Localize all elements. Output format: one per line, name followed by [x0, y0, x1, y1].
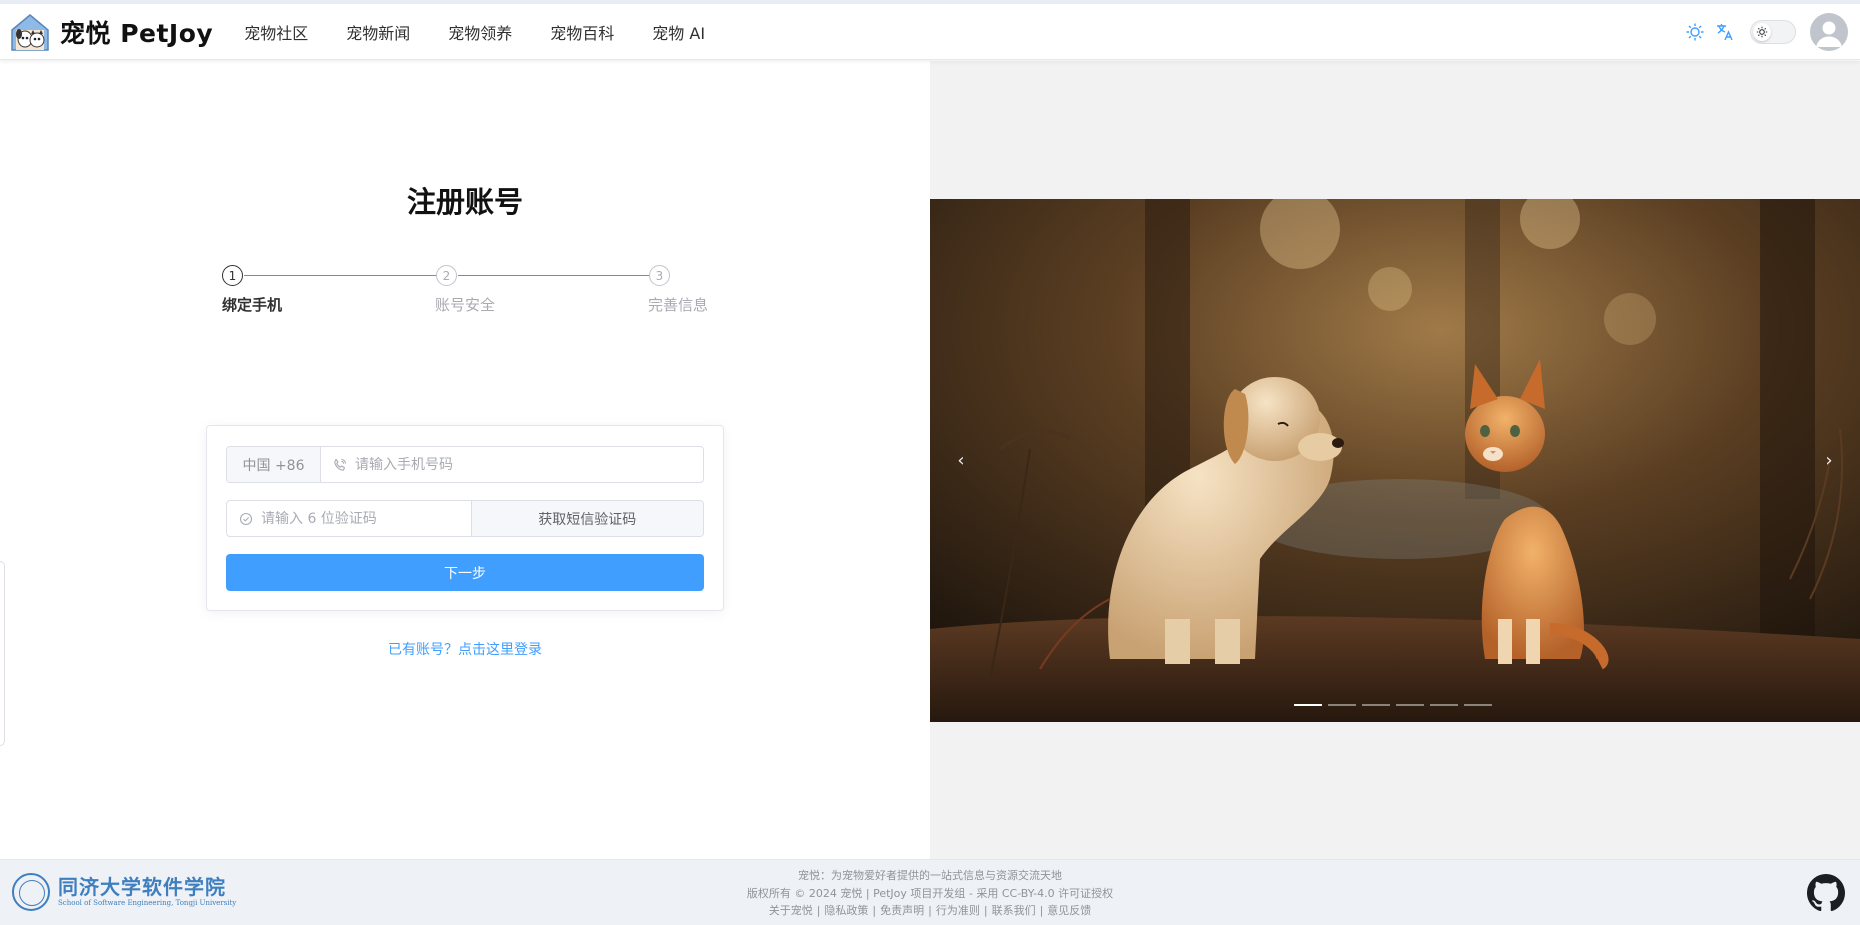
step-3-circle: 3	[649, 265, 670, 286]
footer-links: 关于宠悦 | 隐私政策 | 免责声明 | 行为准则 | 联系我们 | 意见反馈	[0, 902, 1860, 920]
check-circle-icon	[239, 512, 253, 526]
theme-toggle[interactable]	[1750, 19, 1796, 44]
nav-community[interactable]: 宠物社区	[225, 4, 327, 60]
page-footer: 同济大学软件学院 School of Software Engineering,…	[0, 859, 1860, 925]
footer-tagline: 宠悦：为宠物爱好者提供的一站式信息与资源交流天地	[798, 869, 1062, 882]
nav-adoption[interactable]: 宠物领养	[429, 4, 531, 60]
carousel-indicator[interactable]	[1362, 704, 1390, 706]
footer-link-about[interactable]: 关于宠悦	[765, 902, 817, 920]
phone-input[interactable]	[355, 456, 703, 473]
main-nav: 宠物社区 宠物新闻 宠物领养 宠物百科 宠物 AI	[225, 4, 724, 60]
dog-and-kitten-photo	[930, 199, 1860, 722]
footer-link-conduct[interactable]: 行为准则	[932, 902, 984, 920]
user-avatar[interactable]	[1810, 12, 1848, 51]
top-navbar: 宠悦 PetJoy 宠物社区 宠物新闻 宠物领养 宠物百科 宠物 AI	[0, 4, 1860, 60]
brand-name: 宠悦 PetJoy	[60, 18, 214, 48]
login-link[interactable]: 已有账号？点击这里登录	[0, 639, 930, 659]
footer-link-privacy[interactable]: 隐私政策	[820, 902, 872, 920]
footer-info: 宠悦：为宠物爱好者提供的一站式信息与资源交流天地 版权所有 © 2024 宠悦 …	[0, 867, 1860, 920]
footer-link-disclaimer[interactable]: 免责声明	[876, 902, 928, 920]
step-connector	[458, 275, 659, 276]
translate-icon[interactable]	[1712, 19, 1738, 45]
brand[interactable]: 宠悦 PetJoy	[8, 10, 213, 54]
register-steps: 1 2 3 绑定手机 账号安全 完善信息	[222, 265, 712, 325]
petjoy-logo	[8, 10, 52, 54]
carousel-indicator[interactable]	[1430, 704, 1458, 706]
toggle-sun-icon	[1753, 22, 1771, 41]
carousel-indicator[interactable]	[1464, 704, 1492, 706]
register-form-card: 中国 +86 获取短信验证码 下一步	[206, 425, 724, 611]
nav-ai[interactable]: 宠物 AI	[633, 4, 724, 60]
code-input-group: 获取短信验证码	[226, 500, 704, 537]
footer-link-feedback[interactable]: 意见反馈	[1043, 902, 1095, 920]
code-field	[227, 501, 472, 536]
code-input[interactable]	[261, 510, 471, 527]
phone-icon	[333, 458, 347, 472]
github-icon[interactable]	[1807, 874, 1845, 912]
image-carousel: ‹ ›	[930, 199, 1860, 722]
nav-encyclopedia[interactable]: 宠物百科	[531, 4, 633, 60]
footer-link-contact[interactable]: 联系我们	[988, 902, 1040, 920]
step-2-circle: 2	[436, 265, 457, 286]
header-actions	[1680, 12, 1848, 51]
carousel-indicators	[1291, 704, 1495, 706]
carousel-indicator[interactable]	[1396, 704, 1424, 706]
carousel-indicator[interactable]	[1294, 704, 1322, 706]
step-connector	[244, 275, 457, 276]
footer-copyright: 版权所有 © 2024 宠悦 | PetJoy 项目开发组 - 采用 CC-BY…	[746, 886, 1114, 900]
phone-input-group: 中国 +86	[226, 446, 704, 483]
carousel-indicator[interactable]	[1328, 704, 1356, 706]
sun-icon[interactable]	[1682, 19, 1708, 45]
step-1-label: 绑定手机	[222, 296, 283, 314]
step-2-label: 账号安全	[435, 296, 496, 314]
next-step-button[interactable]: 下一步	[226, 554, 704, 591]
phone-field	[321, 447, 703, 482]
step-1-circle: 1	[222, 265, 243, 286]
image-panel: ‹ ›	[930, 61, 1860, 859]
send-sms-code-button[interactable]: 获取短信验证码	[471, 501, 703, 536]
country-code-select[interactable]: 中国 +86	[227, 447, 321, 482]
carousel-next-arrow[interactable]: ›	[1816, 447, 1842, 473]
nav-news[interactable]: 宠物新闻	[327, 4, 429, 60]
carousel-prev-arrow[interactable]: ‹	[948, 447, 974, 473]
page-title: 注册账号	[406, 185, 523, 219]
step-3-label: 完善信息	[648, 296, 709, 314]
